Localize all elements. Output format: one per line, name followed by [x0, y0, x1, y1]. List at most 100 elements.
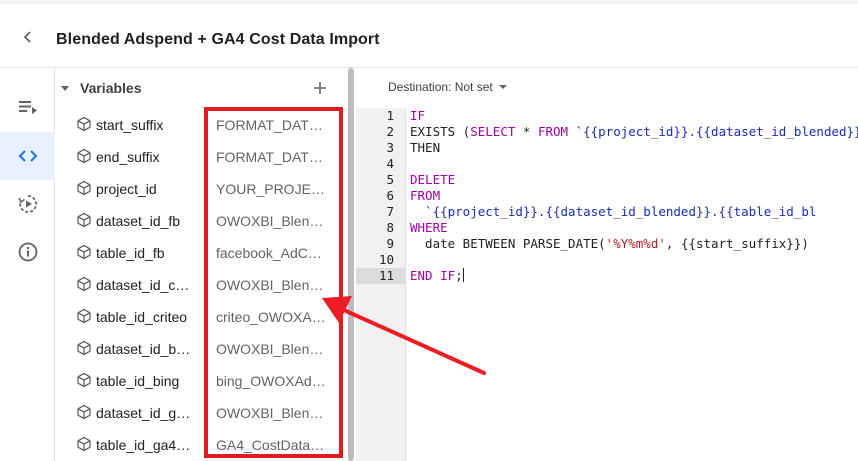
variable-value: GA4_CostData_I...: [216, 437, 328, 453]
line-number: 3: [386, 140, 394, 155]
code-line: THEN: [410, 140, 440, 156]
sql-editor-area: Destination: Not set 1 2 3 4 5 6 7 8 9 1…: [356, 68, 858, 461]
variable-row[interactable]: project_id YOUR_PROJECT...: [56, 172, 346, 204]
variable-value: bing_OWOXAdC...: [216, 373, 328, 389]
add-variable-button[interactable]: [310, 78, 330, 98]
variable-cube-icon: [77, 436, 91, 452]
nav-code-button[interactable]: [0, 132, 55, 180]
code-line: IF: [410, 108, 425, 124]
nav-queue-button[interactable]: [0, 84, 55, 132]
variable-cube-icon: [77, 340, 91, 356]
code-line: EXISTS (SELECT * FROM `{{project_id}}.{{…: [410, 124, 858, 140]
variable-row[interactable]: table_id_criteo criteo_OWOXAd...: [56, 300, 346, 332]
keyword: DELETE: [410, 172, 456, 187]
variable-row[interactable]: dataset_id_ga4_i... OWOXBI_Blende...: [56, 396, 346, 428]
variable-name: end_suffix: [96, 149, 160, 165]
keyword: END: [410, 268, 433, 283]
variable-row[interactable]: table_id_bing bing_OWOXAdC...: [56, 364, 346, 396]
keyword: FROM: [410, 188, 441, 203]
variables-title: Variables: [80, 80, 142, 96]
keyword: FROM: [537, 124, 569, 139]
dropdown-caret-icon: [498, 85, 507, 89]
variables-header[interactable]: Variables: [56, 68, 346, 108]
playlist-play-icon: [18, 101, 37, 114]
variable-cube-icon: [77, 276, 91, 292]
code-text: THEN: [410, 140, 441, 155]
destination-dropdown[interactable]: Destination: Not set: [388, 80, 507, 94]
variable-row[interactable]: start_suffix FORMAT_DATE('...: [56, 108, 346, 140]
variable-name: project_id: [96, 181, 157, 197]
variable-name: dataset_id_ga4_i...: [96, 405, 192, 421]
variable-value: YOUR_PROJECT...: [216, 181, 328, 197]
keyword: IF: [440, 268, 456, 283]
variable-value: FORMAT_DATE('...: [216, 117, 328, 133]
line-number: 9: [386, 236, 394, 251]
variable-cube-icon: [77, 404, 91, 420]
panel-splitter[interactable]: [346, 68, 356, 461]
code-text: date BETWEEN PARSE_DATE(: [410, 236, 606, 251]
code-text: EXISTS (: [410, 124, 471, 139]
variable-cube-icon: [77, 244, 91, 260]
variable-value: OWOXBI_Blende...: [216, 405, 328, 421]
code-text: , {{start_suffix}}): [665, 236, 809, 251]
line-number: 1: [386, 108, 394, 123]
line-number: 2: [386, 124, 394, 139]
left-nav-rail: [0, 68, 55, 461]
variables-panel: Variables start_suffix FORMAT_DATE('... …: [56, 68, 346, 461]
code-editor[interactable]: IF EXISTS (SELECT * FROM `{{project_id}}…: [407, 108, 858, 461]
info-icon: [18, 242, 37, 262]
variable-row[interactable]: table_id_ga4_im... GA4_CostData_I...: [56, 428, 346, 460]
variable-value: FORMAT_DATE('...: [216, 149, 328, 165]
page-title: Blended Adspend + GA4 Cost Data Import: [56, 31, 380, 48]
keyword: IF: [410, 108, 426, 123]
scrollbar-thumb[interactable]: [348, 68, 354, 461]
code-line: DELETE: [410, 172, 455, 188]
variable-row[interactable]: table_id_fb facebook_AdCos...: [56, 236, 346, 268]
variable-row[interactable]: dataset_id_criteo OWOXBI_Blende...: [56, 268, 346, 300]
plus-icon: [314, 82, 326, 94]
code-line: FROM: [410, 188, 440, 204]
code-brackets-icon: [18, 150, 37, 162]
variable-cube-icon: [77, 308, 91, 324]
text-cursor: [462, 268, 464, 282]
variable-value: OWOXBI_Blende...: [216, 277, 328, 293]
variable-cube-icon: [77, 212, 91, 228]
variable-name: dataset_id_criteo: [96, 277, 192, 293]
destination-bar: Destination: Not set: [356, 68, 858, 108]
line-number: 5: [386, 172, 394, 187]
variable-name: table_id_bing: [96, 373, 180, 389]
code-text: `: [568, 124, 584, 139]
code-text: `: [410, 204, 433, 219]
variable-value: facebook_AdCos...: [216, 245, 328, 261]
line-number: 4: [386, 156, 394, 171]
variable-value: OWOXBI_Blende...: [216, 213, 328, 229]
line-number: 7: [386, 204, 394, 219]
line-number-current: 11: [356, 268, 406, 284]
variable-name: dataset_id_fb: [96, 213, 181, 229]
variable-value: criteo_OWOXAd...: [216, 309, 328, 325]
keyword: WHERE: [410, 220, 448, 235]
line-number: 10: [378, 252, 394, 267]
back-button[interactable]: [16, 25, 40, 49]
code-line: `{{project_id}}.{{dataset_id_blended}}.{…: [410, 204, 816, 220]
nav-schedule-button[interactable]: [0, 180, 55, 228]
keyword: SELECT: [470, 124, 516, 139]
chevron-left-icon: [23, 31, 31, 43]
code-text: *: [515, 124, 538, 139]
variable-name: table_id_fb: [96, 245, 165, 261]
variable-row[interactable]: end_suffix FORMAT_DATE('...: [56, 140, 346, 172]
destination-label: Destination: Not set: [388, 80, 493, 94]
nav-info-button[interactable]: [0, 228, 55, 276]
code-line: WHERE: [410, 220, 448, 236]
variable-name: dataset_id_bing: [96, 341, 192, 357]
variable-cube-icon: [77, 148, 91, 164]
code-line-current: END IF;: [410, 268, 464, 284]
variable-row[interactable]: dataset_id_fb OWOXBI_Blende...: [56, 204, 346, 236]
variable-value: OWOXBI_Blende...: [216, 341, 328, 357]
collapse-caret-icon[interactable]: [61, 86, 69, 91]
variable-row[interactable]: dataset_id_bing OWOXBI_Blende...: [56, 332, 346, 364]
variable-name: start_suffix: [96, 117, 164, 133]
variable-cube-icon: [77, 372, 91, 388]
variable-name: table_id_ga4_im...: [96, 437, 192, 453]
line-number: 8: [386, 220, 394, 235]
